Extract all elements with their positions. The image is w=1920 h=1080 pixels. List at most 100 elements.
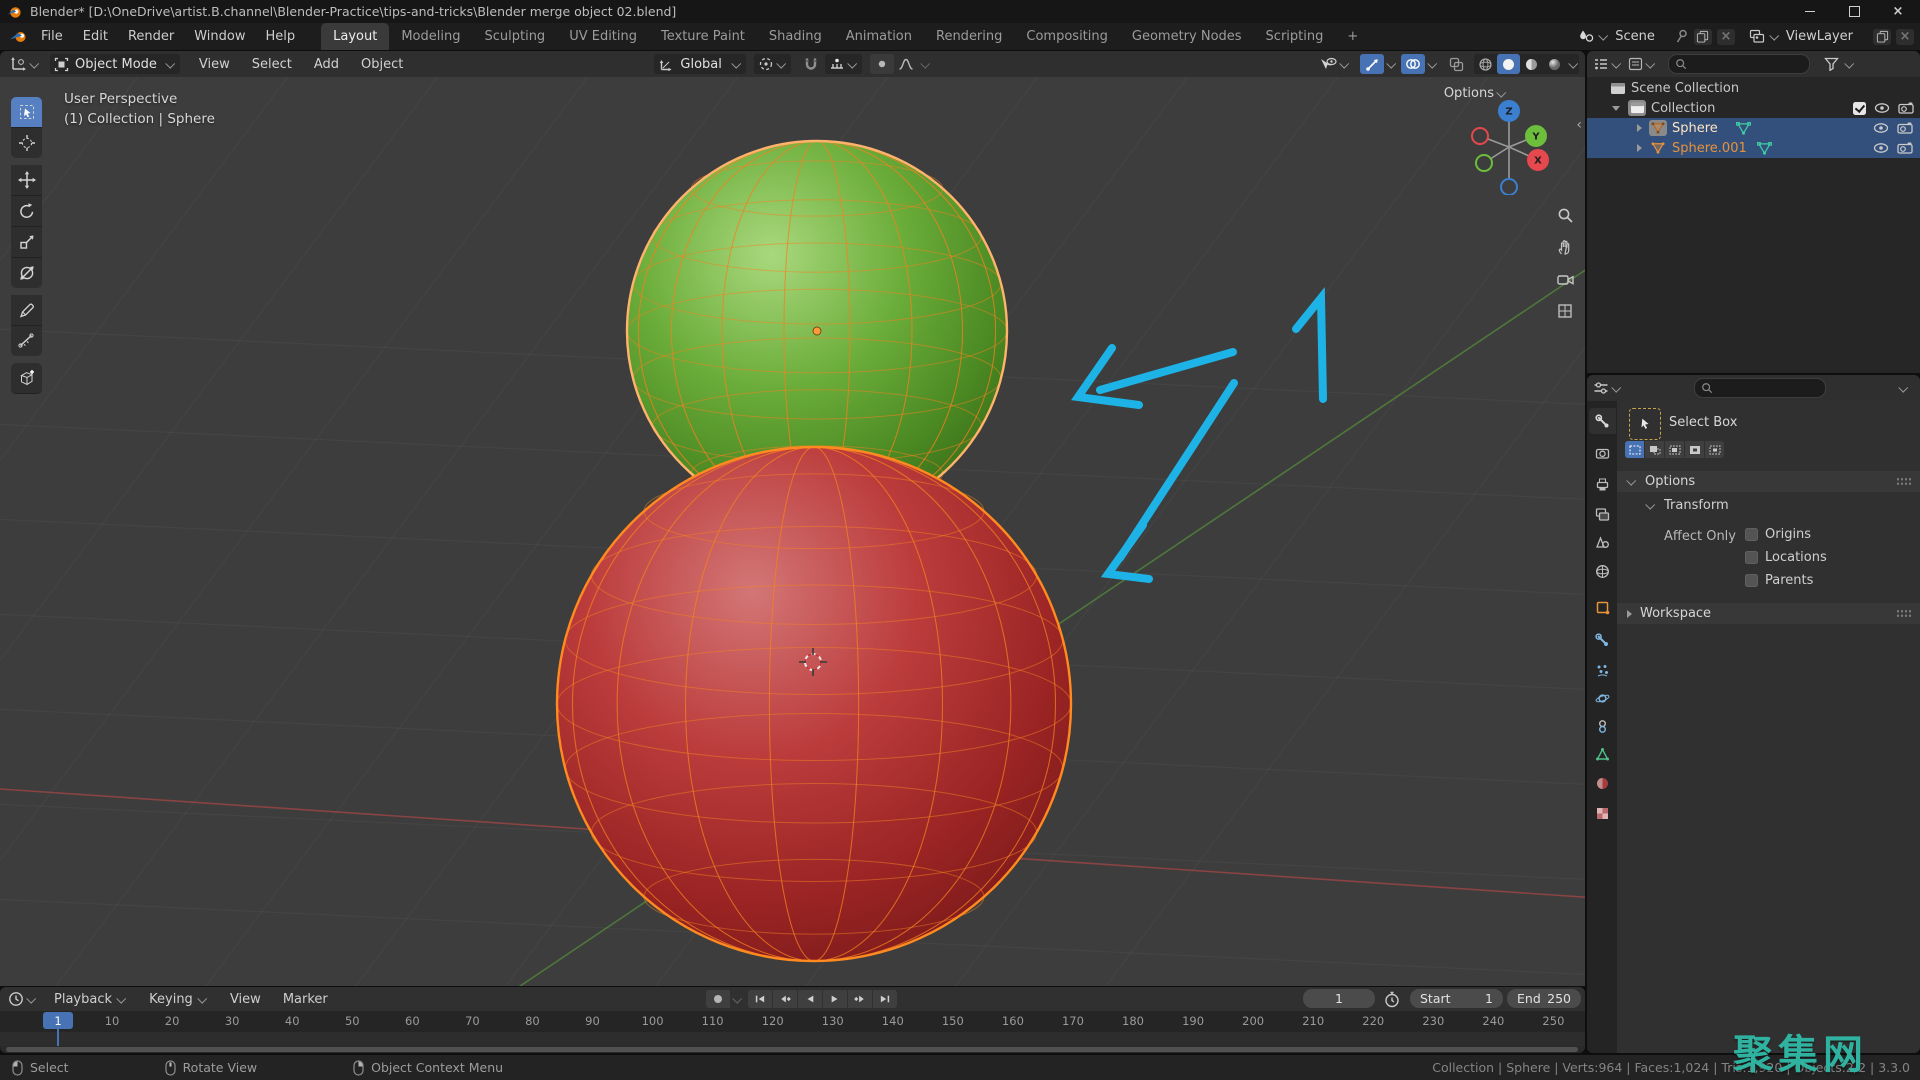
properties-tab-scene[interactable] <box>1589 529 1616 555</box>
timeline-menu-view[interactable]: View <box>219 992 272 1007</box>
properties-tab-world[interactable] <box>1589 558 1616 584</box>
add-workspace-button[interactable]: + <box>1335 23 1370 50</box>
shading-material-button[interactable] <box>1520 54 1543 74</box>
transform-orientation-selector[interactable]: Global <box>654 54 745 74</box>
workspace-tab-sculpting[interactable]: Sculpting <box>472 23 557 50</box>
options-section-header[interactable]: Options <box>1617 471 1920 492</box>
pin-icon[interactable] <box>1675 29 1689 44</box>
proportional-editing-toggle[interactable] <box>870 54 894 74</box>
properties-tab-view-layer[interactable] <box>1589 501 1616 527</box>
properties-tab-physics[interactable] <box>1589 685 1616 711</box>
timeline-menu-playback[interactable]: Playback <box>43 992 138 1007</box>
properties-tab-particles[interactable] <box>1589 657 1616 683</box>
gizmo-axis--z[interactable] <box>1501 179 1517 195</box>
playhead-badge[interactable]: 1 <box>43 1012 73 1029</box>
shading-solid-button[interactable] <box>1497 54 1520 74</box>
stopwatch-icon[interactable] <box>1384 991 1400 1008</box>
start-frame-field[interactable]: Start 1 <box>1410 989 1503 1008</box>
scene-unlink-button[interactable]: × <box>1717 29 1735 45</box>
workspace-tab-geometry-nodes[interactable]: Geometry Nodes <box>1120 23 1254 50</box>
tool-rotate-button[interactable] <box>11 196 42 227</box>
affect-origins-row[interactable]: Origins <box>1745 527 1811 542</box>
camera-icon[interactable] <box>1897 122 1913 134</box>
tool-select-box-button[interactable] <box>11 97 42 128</box>
affect-parents-row[interactable]: Parents <box>1745 573 1813 588</box>
drag-grip-icon[interactable] <box>1896 477 1912 486</box>
outliner-row-sphere-001[interactable]: Sphere.001 <box>1587 138 1920 158</box>
workspace-tab-scripting[interactable]: Scripting <box>1254 23 1336 50</box>
timeline-menu-keying[interactable]: Keying <box>138 992 219 1007</box>
mode-selector[interactable]: Object Mode <box>50 54 180 74</box>
current-frame-field[interactable]: 1 <box>1303 989 1375 1008</box>
parents-checkbox[interactable] <box>1745 574 1758 587</box>
select-mode-extend[interactable] <box>1645 441 1664 458</box>
view-layer-dropdown-chevron[interactable] <box>1769 31 1779 41</box>
auto-keying-chevron[interactable] <box>732 993 742 1003</box>
tool-cursor-button[interactable] <box>11 128 42 158</box>
menu-help[interactable]: Help <box>256 29 306 44</box>
timeline-ruler[interactable]: 1020304050607080901001101201301401501601… <box>0 1011 1585 1032</box>
viewport-menu-select[interactable]: Select <box>241 57 303 72</box>
properties-tab-data[interactable] <box>1589 741 1616 767</box>
workspace-tab-layout[interactable]: Layout <box>321 23 389 50</box>
workspace-tab-modeling[interactable]: Modeling <box>389 23 472 50</box>
scene-name[interactable]: Scene <box>1615 29 1655 44</box>
show-gizmo-visibility-selector[interactable] <box>1315 54 1354 74</box>
snap-target-selector[interactable] <box>825 54 862 74</box>
outliner-display-mode-icon[interactable] <box>1628 57 1643 71</box>
snap-toggle[interactable] <box>799 54 823 74</box>
sphere-001-expand-icon[interactable] <box>1637 144 1642 152</box>
gizmo-axis--x[interactable] <box>1472 128 1488 144</box>
transform-subsection[interactable]: Transform <box>1643 498 1729 513</box>
scene-copy-button[interactable] <box>1694 29 1712 45</box>
auto-keying-button[interactable] <box>706 990 730 1008</box>
end-frame-field[interactable]: End 250 <box>1507 989 1581 1008</box>
outliner-search[interactable] <box>1668 54 1810 74</box>
play-button[interactable] <box>823 990 847 1008</box>
perspective-toggle-icon[interactable] <box>1553 299 1577 323</box>
viewport-menu-object[interactable]: Object <box>350 57 414 72</box>
gizmo-axis--y[interactable] <box>1476 155 1492 171</box>
filter-icon[interactable] <box>1824 57 1839 71</box>
jump-to-prev-keyframe-button[interactable] <box>773 990 797 1008</box>
navigation-gizmo[interactable]: ZYX <box>1447 85 1557 195</box>
jump-to-end-button[interactable] <box>873 990 897 1008</box>
camera-icon[interactable] <box>1897 142 1913 154</box>
show-gizmo-toggle[interactable] <box>1360 54 1384 74</box>
menu-edit[interactable]: Edit <box>73 29 118 44</box>
workspace-section-header[interactable]: Workspace <box>1617 603 1920 624</box>
origins-checkbox[interactable] <box>1745 528 1758 541</box>
tool-move-button[interactable] <box>11 165 42 196</box>
workspace-tab-compositing[interactable]: Compositing <box>1014 23 1120 50</box>
workspace-tab-shading[interactable]: Shading <box>757 23 834 50</box>
close-button[interactable]: × <box>1876 0 1920 23</box>
timeline-scrollbar[interactable] <box>0 1046 1585 1053</box>
properties-tab-output[interactable] <box>1589 471 1616 497</box>
blender-app-icon[interactable] <box>10 29 27 44</box>
outliner-editor-icon[interactable] <box>1593 57 1609 71</box>
properties-tab-constraints[interactable] <box>1589 713 1616 739</box>
timeline-editor-icon[interactable] <box>8 991 24 1007</box>
properties-options-chevron[interactable] <box>1898 382 1908 392</box>
proportional-falloff-button[interactable] <box>894 54 918 74</box>
collection-checkbox[interactable] <box>1853 102 1866 115</box>
properties-search[interactable] <box>1694 378 1826 398</box>
view-layer-remove-button[interactable]: × <box>1896 29 1914 45</box>
properties-tab-texture[interactable] <box>1589 800 1616 826</box>
zoom-icon[interactable] <box>1553 203 1577 227</box>
camera-icon[interactable] <box>1898 102 1914 114</box>
jump-to-next-keyframe-button[interactable] <box>848 990 872 1008</box>
timeline-track[interactable] <box>0 1032 1585 1046</box>
outliner-editor-chevron[interactable] <box>1611 58 1621 68</box>
active-tool-icon[interactable] <box>1629 408 1661 440</box>
eye-icon[interactable] <box>1873 122 1889 134</box>
camera-view-icon[interactable] <box>1553 267 1577 291</box>
tool-transform-button[interactable] <box>11 258 42 288</box>
viewport-3d[interactable]: User Perspective (1) Collection | Sphere… <box>0 77 1585 986</box>
filter-chevron[interactable] <box>1844 58 1854 68</box>
sphere-expand-icon[interactable] <box>1637 124 1642 132</box>
outliner-row-scene-collection[interactable]: Scene Collection <box>1587 78 1920 98</box>
menu-window[interactable]: Window <box>184 29 255 44</box>
play-reverse-button[interactable] <box>798 990 822 1008</box>
eye-icon[interactable] <box>1873 142 1889 154</box>
